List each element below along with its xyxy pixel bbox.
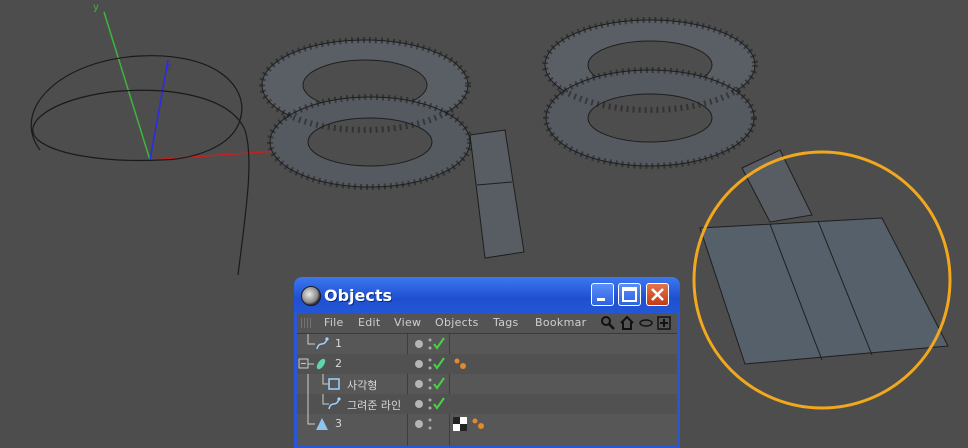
menu-objects[interactable]: Objects xyxy=(435,316,479,329)
cinema4d-icon xyxy=(301,286,321,306)
maximize-button[interactable] xyxy=(618,283,641,306)
layer-dots xyxy=(428,418,432,430)
object-tree[interactable]: 1 2 사각형 그려준 라인 3 xyxy=(297,334,677,446)
spline-icon xyxy=(316,337,329,350)
visibility-dot[interactable] xyxy=(415,340,423,348)
spline-icon xyxy=(328,397,341,410)
menu-edit[interactable]: Edit xyxy=(358,316,381,329)
enabled-check-icon[interactable] xyxy=(433,396,445,410)
maximize-icon xyxy=(622,287,637,302)
window-title: Objects xyxy=(324,286,393,305)
menu-tags[interactable]: Tags xyxy=(493,316,519,329)
phong-tag-icon[interactable] xyxy=(453,357,467,371)
sweep-spiral-right xyxy=(542,17,813,223)
home-icon[interactable] xyxy=(619,315,635,331)
menu-view[interactable]: View xyxy=(394,316,421,329)
object-name[interactable]: 2 xyxy=(335,357,342,370)
primitive-icon xyxy=(316,418,328,430)
enabled-check-icon[interactable] xyxy=(433,376,445,390)
object-row[interactable]: 2 xyxy=(297,354,677,374)
visibility-dot[interactable] xyxy=(415,400,423,408)
texture-tag-icon[interactable] xyxy=(453,417,467,431)
object-row[interactable]: 1 xyxy=(297,334,677,354)
object-name[interactable]: 그려준 라인 xyxy=(347,397,401,413)
rectangle-icon xyxy=(328,378,340,390)
object-name[interactable]: 사각형 xyxy=(347,377,377,393)
enabled-check-icon[interactable] xyxy=(433,336,445,350)
grip-handle[interactable] xyxy=(301,318,311,328)
rectangle-plane xyxy=(699,217,949,365)
window-titlebar[interactable]: Objects xyxy=(294,277,680,313)
visibility-dot[interactable] xyxy=(415,380,423,388)
spline-helix xyxy=(30,55,250,276)
close-button[interactable] xyxy=(646,283,669,306)
object-name[interactable]: 3 xyxy=(335,417,342,430)
object-row[interactable]: 사각형 xyxy=(297,374,677,394)
object-row[interactable]: 그려준 라인 xyxy=(297,394,677,414)
close-icon xyxy=(651,288,664,301)
menu-bar: File Edit View Objects Tags Bookmar xyxy=(297,313,677,334)
phong-tag-icon[interactable] xyxy=(471,417,485,431)
menu-file[interactable]: File xyxy=(324,316,344,329)
sweep-icon xyxy=(316,358,326,370)
visibility-dot[interactable] xyxy=(415,420,423,428)
menu-bookmarks[interactable]: Bookmar xyxy=(535,316,586,329)
svg-text:y: y xyxy=(93,2,99,13)
minimize-icon xyxy=(597,298,605,301)
object-row[interactable]: 3 xyxy=(297,414,677,434)
sweep-spiral-left xyxy=(259,37,525,259)
svg-text:z: z xyxy=(166,62,171,73)
enabled-check-icon[interactable] xyxy=(433,356,445,370)
object-name[interactable]: 1 xyxy=(335,337,342,350)
world-axes: y z xyxy=(93,2,291,161)
eye-icon[interactable] xyxy=(638,315,654,331)
search-icon[interactable] xyxy=(600,315,616,331)
minimize-button[interactable] xyxy=(591,283,614,306)
add-icon[interactable] xyxy=(657,315,671,331)
objects-window[interactable]: Objects File Edit View Objects Tags Book… xyxy=(294,277,680,448)
visibility-dot[interactable] xyxy=(415,360,423,368)
